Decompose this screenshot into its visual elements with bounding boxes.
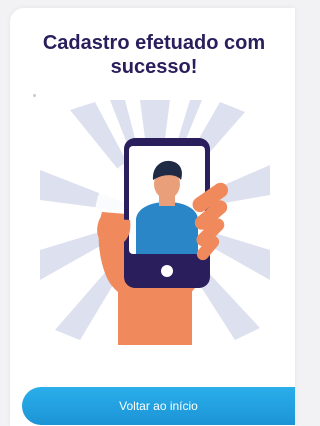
back-to-home-button[interactable]: Voltar ao início [22,387,295,425]
home-button [161,265,173,277]
success-screen: Cadastro efetuado com sucesso! Voltar ao… [0,0,295,426]
person-shirt [136,202,198,254]
phone [124,138,210,288]
page-title: Cadastro efetuado com sucesso! [42,32,266,78]
hand-holding-phone-icon [40,100,270,345]
decorative-dot [33,94,36,97]
